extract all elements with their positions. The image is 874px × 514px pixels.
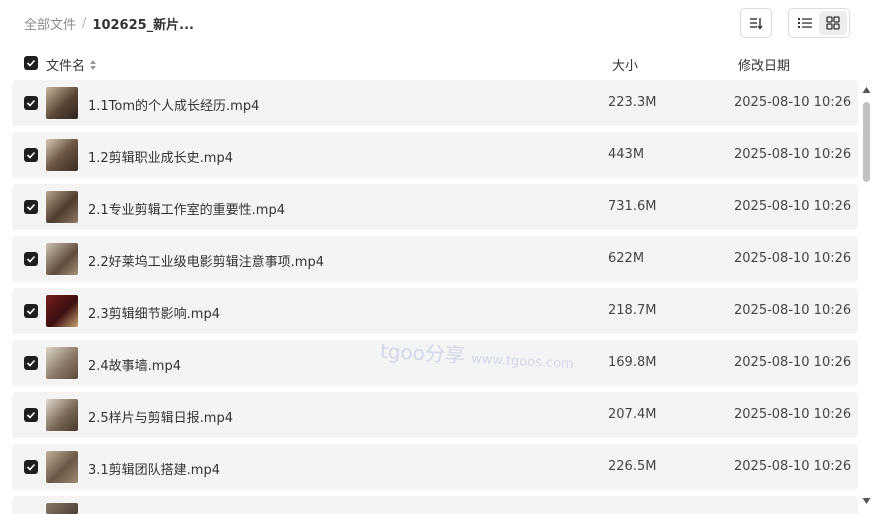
check-icon: [26, 255, 36, 263]
file-row[interactable]: 1.1Tom的个人成长经历.mp4 223.3M 2025-08-10 10:26: [12, 80, 858, 126]
breadcrumb-current: 102625_新片...: [92, 18, 194, 33]
file-name[interactable]: 1.2剪辑职业成长史.mp4: [88, 147, 233, 166]
file-date: 2025-08-10 10:26: [734, 95, 852, 110]
file-row[interactable]: 1.2剪辑职业成长史.mp4 443M 2025-08-10 10:26: [12, 132, 858, 178]
file-row[interactable]: 3.1剪辑团队搭建.mp4 226.5M 2025-08-10 10:26: [12, 444, 858, 490]
file-size: 226.5M: [608, 459, 657, 474]
file-size: 169.8M: [608, 355, 657, 370]
file-size: 622M: [608, 251, 645, 266]
file-name[interactable]: 2.3剪辑细节影响.mp4: [88, 303, 220, 322]
file-size: 443M: [608, 147, 645, 162]
column-header-date[interactable]: 修改日期: [738, 55, 790, 74]
scroll-up-arrow-icon[interactable]: [862, 86, 871, 94]
check-icon: [26, 203, 36, 211]
file-size: 218.7M: [608, 303, 657, 318]
check-icon: [26, 151, 36, 159]
file-size: 731.6M: [608, 199, 657, 214]
row-checkbox[interactable]: [24, 148, 38, 162]
file-name[interactable]: 1.1Tom的个人成长经历.mp4: [88, 95, 259, 114]
file-date: 2025-08-10 10:26: [734, 199, 852, 214]
row-checkbox[interactable]: [24, 356, 38, 370]
check-icon: [26, 99, 36, 107]
file-row[interactable]: 2.3剪辑细节影响.mp4 218.7M 2025-08-10 10:26: [12, 288, 858, 334]
file-row-partial[interactable]: [12, 496, 858, 514]
scroll-down-arrow-icon[interactable]: [862, 497, 871, 505]
video-thumbnail: [46, 191, 78, 223]
file-date: 2025-08-10 10:26: [734, 147, 852, 162]
file-name[interactable]: 2.4故事墙.mp4: [88, 355, 181, 374]
row-checkbox[interactable]: [24, 200, 38, 214]
list-view-icon: [798, 18, 812, 28]
video-thumbnail: [46, 347, 78, 379]
watermark-brand: tgoo分享: [379, 338, 466, 368]
watermark-url: www.tgoos.com: [470, 351, 575, 373]
file-name[interactable]: 2.1专业剪辑工作室的重要性.mp4: [88, 199, 285, 218]
file-date: 2025-08-10 10:26: [734, 251, 852, 266]
video-thumbnail: [46, 87, 78, 119]
row-checkbox[interactable]: [24, 304, 38, 318]
video-thumbnail: [46, 139, 78, 171]
select-all-checkbox[interactable]: [24, 56, 38, 70]
view-toggle: [788, 8, 850, 38]
column-header-name-label: 文件名: [46, 59, 86, 74]
file-size: 223.3M: [608, 95, 657, 110]
scrollbar-thumb[interactable]: [863, 102, 870, 182]
grid-view-icon: [826, 16, 840, 30]
row-checkbox[interactable]: [24, 408, 38, 422]
check-icon: [26, 307, 36, 315]
check-icon: [26, 463, 36, 471]
sort-icon: [750, 18, 763, 30]
file-name[interactable]: 2.5样片与剪辑日报.mp4: [88, 407, 233, 426]
row-checkbox[interactable]: [24, 96, 38, 110]
video-thumbnail: [46, 451, 78, 483]
file-row[interactable]: 2.2好莱坞工业级电影剪辑注意事项.mp4 622M 2025-08-10 10:2…: [12, 236, 858, 282]
column-header-name[interactable]: 文件名: [46, 55, 97, 74]
video-thumbnail: [46, 295, 78, 327]
file-size: 207.4M: [608, 407, 657, 422]
file-list-header: 文件名 大小 修改日期: [0, 52, 874, 76]
file-name[interactable]: 3.1剪辑团队搭建.mp4: [88, 459, 220, 478]
check-icon: [26, 411, 36, 419]
breadcrumb-separator: /: [82, 16, 87, 31]
check-icon: [26, 59, 36, 67]
file-date: 2025-08-10 10:26: [734, 355, 852, 370]
check-icon: [26, 359, 36, 367]
file-row[interactable]: 2.1专业剪辑工作室的重要性.mp4 731.6M 2025-08-10 10:26: [12, 184, 858, 230]
breadcrumb: 全部文件 / 102625_新片...: [24, 14, 194, 33]
video-thumbnail: [46, 243, 78, 275]
file-row[interactable]: 2.5样片与剪辑日报.mp4 207.4M 2025-08-10 10:26: [12, 392, 858, 438]
file-date: 2025-08-10 10:26: [734, 407, 852, 422]
sort-button[interactable]: [740, 8, 772, 38]
breadcrumb-root-link[interactable]: 全部文件: [24, 14, 76, 33]
grid-view-button[interactable]: [819, 11, 847, 35]
file-date: 2025-08-10 10:26: [734, 459, 852, 474]
file-date: 2025-08-10 10:26: [734, 303, 852, 318]
video-thumbnail: [46, 399, 78, 431]
row-checkbox[interactable]: [24, 460, 38, 474]
file-name[interactable]: 2.2好莱坞工业级电影剪辑注意事项.mp4: [88, 251, 324, 270]
row-checkbox[interactable]: [24, 252, 38, 266]
list-view-button[interactable]: [791, 11, 819, 35]
video-thumbnail: [46, 503, 78, 514]
column-header-size[interactable]: 大小: [612, 55, 638, 74]
sort-arrows-icon: [90, 59, 97, 70]
